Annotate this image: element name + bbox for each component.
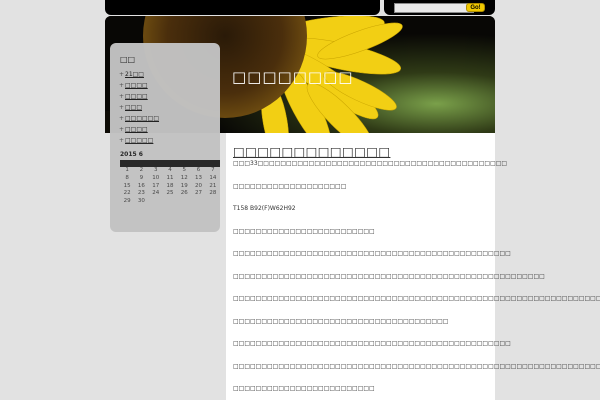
calendar-day[interactable]: 20 [191, 183, 205, 191]
calendar-day[interactable] [177, 198, 191, 206]
sidebar-heading: □□ [120, 55, 136, 64]
calendar-day[interactable]: 22 [120, 190, 134, 198]
calendar-day[interactable]: 30 [134, 198, 148, 206]
list-item[interactable]: +□□□□ [119, 91, 159, 102]
list-item[interactable]: +□□□□□ [119, 135, 159, 146]
calendar: 1234567 8 9 10 11 12 13 14 15 16 17 18 19 20 21 22 23… [120, 160, 220, 206]
category-link[interactable]: □□□□ [125, 126, 148, 133]
post-paragraph: □□□□□□□□□□□□□□□□□□□□□□□□□ [233, 385, 375, 392]
calendar-day[interactable] [149, 198, 163, 206]
post-paragraph: □□□□□□□□□□□□□□□□□□□□□□□□□□□□□□□□□□□□□□□□… [233, 295, 600, 302]
post-paragraph: □□□□□□□□□□□□□□□□□□□□□□□□□ [233, 228, 375, 235]
calendar-day[interactable] [163, 198, 177, 206]
post-paragraph: □□□□□□□□□□□□□□□□□□□□ [233, 183, 347, 190]
site-title[interactable]: □□□□□□□□ [232, 68, 353, 86]
category-link[interactable]: □□□ [125, 104, 142, 111]
calendar-day[interactable]: 15 [120, 183, 134, 191]
calendar-day[interactable]: 11 [163, 175, 177, 183]
list-item[interactable]: +□□□□ [119, 80, 159, 91]
calendar-day[interactable]: 17 [149, 183, 163, 191]
calendar-day[interactable]: 4 [163, 167, 177, 175]
post-paragraph: □□□□□□□□□□□□□□□□□□□□□□□□□□□□□□□□□□□□□□ [233, 318, 449, 325]
calendar-day[interactable]: 28 [206, 190, 220, 198]
list-item[interactable]: +□□□□□□ [119, 113, 159, 124]
calendar-day[interactable]: 3 [149, 167, 163, 175]
post-paragraph: □□□□□□□□□□□□□□□□□□□□□□□□□□□□□□□□□□□□□□□□… [233, 250, 511, 257]
category-link[interactable]: 21□□ [125, 71, 144, 78]
calendar-week: 29 30 [120, 198, 220, 206]
calendar-day[interactable]: 27 [191, 190, 205, 198]
list-item[interactable]: +□□□ [119, 102, 159, 113]
calendar-day[interactable]: 10 [149, 175, 163, 183]
category-link[interactable]: □□□□ [125, 82, 148, 89]
category-link[interactable]: □□□□ [125, 93, 148, 100]
calendar-day[interactable]: 2 [134, 167, 148, 175]
calendar-week: 15 16 17 18 19 20 21 [120, 183, 220, 191]
calendar-day[interactable]: 19 [177, 183, 191, 191]
calendar-day[interactable]: 8 [120, 175, 134, 183]
calendar-day[interactable]: 12 [177, 175, 191, 183]
list-item[interactable]: +21□□ [119, 69, 159, 80]
calendar-week: 8 9 10 11 12 13 14 [120, 175, 220, 183]
calendar-day[interactable]: 26 [177, 190, 191, 198]
category-link[interactable]: □□□□□ [125, 137, 153, 144]
calendar-title: 2015 6 [120, 151, 143, 158]
post-paragraph: □□□33□□□□□□□□□□□□□□□□□□□□□□□□□□□□□□□□□□□… [233, 160, 508, 167]
post-title[interactable]: □□□□□□□□□□□□□ [233, 144, 390, 159]
category-list: +21□□ +□□□□ +□□□□ +□□□ +□□□□□□ +□□□□ +□□… [119, 69, 159, 146]
calendar-day[interactable]: 23 [134, 190, 148, 198]
calendar-day[interactable]: 5 [177, 167, 191, 175]
sidebar: □□ +21□□ +□□□□ +□□□□ +□□□ +□□□□□□ +□□□□ … [110, 43, 220, 232]
calendar-day[interactable]: 1 [120, 167, 134, 175]
calendar-week: 1234567 [120, 167, 220, 175]
calendar-week: 22 23 24 25 26 27 28 [120, 190, 220, 198]
calendar-day[interactable]: 7 [206, 167, 220, 175]
calendar-weekday-header [120, 160, 220, 167]
calendar-day[interactable]: 9 [134, 175, 148, 183]
calendar-day[interactable]: 21 [206, 183, 220, 191]
calendar-day[interactable] [206, 198, 220, 206]
calendar-day[interactable] [191, 198, 205, 206]
post-paragraph: □□□□□□□□□□□□□□□□□□□□□□□□□□□□□□□□□□□□□□□□… [233, 363, 600, 370]
post-paragraph: □□□□□□□□□□□□□□□□□□□□□□□□□□□□□□□□□□□□□□□□… [233, 273, 545, 280]
calendar-day[interactable]: 24 [149, 190, 163, 198]
search-go-button[interactable]: Go! [466, 3, 485, 12]
search-input[interactable] [394, 3, 474, 13]
calendar-day[interactable]: 13 [191, 175, 205, 183]
category-link[interactable]: □□□□□□ [125, 115, 159, 122]
main-content: □□□□□□□□□□□□□ □□□33□□□□□□□□□□□□□□□□□□□□□… [226, 133, 600, 400]
calendar-day[interactable]: 29 [120, 198, 134, 206]
list-item[interactable]: +□□□□ [119, 124, 159, 135]
post-paragraph: T158 B92(F)W62H92 [233, 205, 296, 212]
calendar-day[interactable]: 25 [163, 190, 177, 198]
top-navigation-bar [105, 0, 380, 15]
calendar-day[interactable]: 6 [191, 167, 205, 175]
calendar-day[interactable]: 14 [206, 175, 220, 183]
calendar-day[interactable]: 18 [163, 183, 177, 191]
post-paragraph: □□□□□□□□□□□□□□□□□□□□□□□□□□□□□□□□□□□□□□□□… [233, 340, 511, 347]
calendar-day[interactable]: 16 [134, 183, 148, 191]
